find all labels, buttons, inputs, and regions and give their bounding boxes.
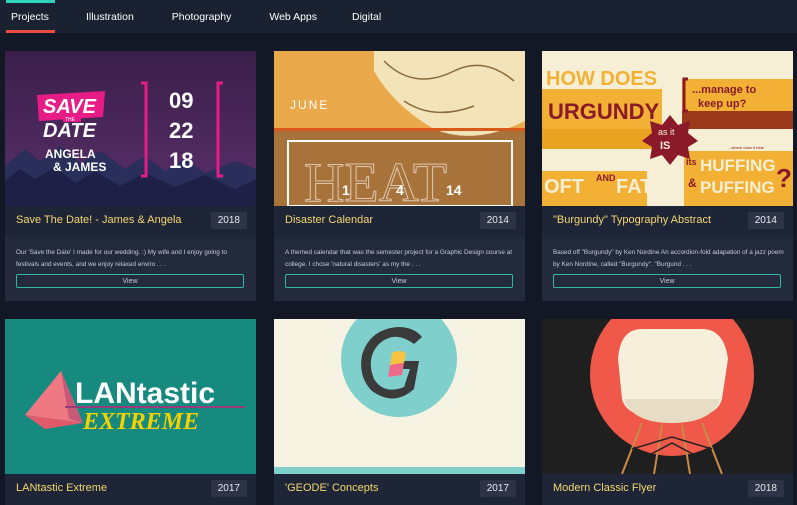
tab-label: Projects (11, 10, 49, 23)
thumb-how: HOW DOES (546, 68, 657, 90)
project-card[interactable]: LANtastic EXTREME LANtastic Extreme 2017 (5, 319, 256, 505)
thumb-save: SAVE (43, 96, 97, 118)
tab-label: Digital (352, 10, 382, 23)
tab-label: Illustration (85, 10, 134, 23)
project-thumbnail[interactable]: SAVE THE DATE ANGELA & JAMES 09 22 18 (5, 51, 256, 206)
project-title-bar: Modern Classic Flyer 2018 (542, 474, 793, 505)
project-card[interactable]: 'GEODE' Concepts 2017 (274, 319, 525, 505)
thumb-fat: FAT (616, 176, 652, 198)
project-year-badge: 2017 (210, 480, 247, 497)
project-year-badge: 2014 (747, 212, 784, 229)
project-title-bar: Save The Date! - James & Angela 2018 (5, 206, 256, 237)
thumb-num1: 1 (342, 182, 350, 198)
project-thumbnail[interactable]: JUNE HEAT 1 4 14 (274, 51, 525, 206)
thumb-huffing: HUFFING (700, 156, 776, 175)
project-thumbnail[interactable] (542, 319, 793, 474)
view-button[interactable]: View (553, 274, 781, 288)
project-description: Based off "Burgundy" by Ken Nordine An a… (553, 249, 784, 268)
thumb-puffing: PUFFING (700, 178, 775, 197)
thumb-is: IS (660, 140, 670, 152)
thumb-date: DATE (43, 120, 97, 142)
category-tabs: Projects Illustration Photography Web Ap… (0, 0, 797, 33)
project-thumbnail[interactable] (274, 319, 525, 474)
thumb-amp: & (688, 176, 697, 190)
thumb-manage: ...manage to (692, 84, 756, 96)
thumb-names1: ANGELA (45, 147, 96, 161)
project-description: A themed calendar that was the semester … (285, 249, 512, 268)
project-description: Our 'Save the Date' I made for our weddi… (16, 249, 227, 268)
thumb-its: its (686, 157, 697, 167)
thumb-day2: 22 (169, 118, 193, 143)
project-title[interactable]: 'GEODE' Concepts (285, 482, 378, 494)
tab-illustration[interactable]: Illustration (60, 0, 145, 33)
project-year-badge: 2018 (210, 212, 247, 229)
thumb-extreme: EXTREME (82, 409, 199, 435)
thumb-num3: 14 (446, 182, 462, 198)
thumb-where: ...where does it hide (728, 145, 765, 150)
project-title-bar: 'GEODE' Concepts 2017 (274, 474, 525, 505)
tab-photography[interactable]: Photography (145, 0, 243, 33)
project-title-bar: "Burgundy" Typography Abstract 2014 (542, 206, 793, 237)
thumb-names2: & JAMES (53, 160, 106, 174)
project-title[interactable]: Modern Classic Flyer (553, 482, 656, 494)
projects-grid: SAVE THE DATE ANGELA & JAMES 09 22 18 Sa… (0, 33, 797, 505)
thumb-day3: 18 (169, 148, 193, 173)
project-year-badge: 2014 (479, 212, 516, 229)
tab-projects[interactable]: Projects (0, 0, 60, 33)
thumb-and: AND (596, 173, 616, 183)
project-card[interactable]: HOW DOES URGUNDY OFT AND FAT ...manage t… (542, 51, 793, 301)
thumb-lan: LANtastic (75, 377, 215, 410)
view-button[interactable]: View (285, 274, 513, 288)
thumb-soft: OFT (544, 176, 584, 198)
project-card[interactable]: Modern Classic Flyer 2018 (542, 319, 793, 505)
tab-label: Web Apps (269, 10, 318, 23)
project-year-badge: 2018 (747, 480, 784, 497)
tab-web-apps[interactable]: Web Apps (242, 0, 328, 33)
project-title[interactable]: Disaster Calendar (285, 214, 373, 226)
project-title[interactable]: LANtastic Extreme (16, 482, 107, 494)
project-card[interactable]: JUNE HEAT 1 4 14 Disaster Calendar 2014 … (274, 51, 525, 301)
svg-text:HEAT: HEAT (304, 152, 447, 206)
thumb-day1: 09 (169, 88, 193, 113)
project-title-bar: LANtastic Extreme 2017 (5, 474, 256, 505)
project-thumbnail[interactable]: LANtastic EXTREME (5, 319, 256, 474)
tab-label: Photography (171, 10, 232, 23)
thumb-keep: keep up? (698, 98, 747, 110)
project-title[interactable]: "Burgundy" Typography Abstract (553, 214, 711, 226)
thumb-month: JUNE (290, 98, 329, 112)
thumb-asit: as it (658, 127, 675, 137)
project-card[interactable]: SAVE THE DATE ANGELA & JAMES 09 22 18 Sa… (5, 51, 256, 301)
project-title-bar: Disaster Calendar 2014 (274, 206, 525, 237)
view-button[interactable]: View (16, 274, 244, 288)
project-year-badge: 2017 (479, 480, 516, 497)
tab-digital[interactable]: Digital (328, 0, 392, 33)
project-title[interactable]: Save The Date! - James & Angela (16, 214, 182, 226)
thumb-burgundy: URGUNDY (548, 99, 660, 124)
thumb-num2: 4 (396, 182, 404, 198)
project-thumbnail[interactable]: HOW DOES URGUNDY OFT AND FAT ...manage t… (542, 51, 793, 206)
svg-text:?: ? (776, 163, 792, 193)
